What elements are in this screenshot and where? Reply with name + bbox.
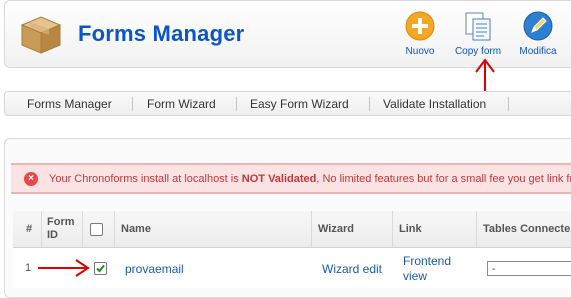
error-icon: × <box>24 172 38 186</box>
new-button-label: Nuovo <box>405 46 435 57</box>
cardboard-box-icon <box>20 16 62 54</box>
row-number: 1 <box>25 262 32 274</box>
edit-button[interactable]: Modifica <box>508 10 568 57</box>
copy-form-button-label: Copy form <box>454 46 502 57</box>
submenu-item-forms-manager[interactable]: Forms Manager <box>27 97 112 111</box>
checkmark-icon <box>96 264 105 273</box>
wizard-edit-link[interactable]: Wizard edit <box>322 262 382 276</box>
col-header-name[interactable]: Name <box>121 223 151 235</box>
new-button[interactable]: Nuovo <box>390 10 450 57</box>
col-header-link: Link <box>399 223 422 235</box>
submenu-divider <box>132 97 133 111</box>
submenu-item-validate-installation[interactable]: Validate Installation <box>383 97 486 111</box>
col-header-form-id[interactable]: Form ID <box>47 216 75 242</box>
select-all-checkbox[interactable] <box>90 223 103 236</box>
column-divider <box>476 211 477 247</box>
column-divider <box>114 211 115 247</box>
tables-connected-select[interactable]: - <box>487 261 571 276</box>
edit-pencil-icon <box>522 10 554 42</box>
submenu-bar: Forms Manager Form Wizard Easy Form Wiza… <box>4 91 571 116</box>
col-header-tables-connected: Tables Connecte <box>483 223 571 235</box>
edit-button-label: Modifica <box>519 46 557 57</box>
add-icon <box>404 10 436 42</box>
col-header-wizard: Wizard <box>318 223 354 235</box>
column-divider <box>311 211 312 247</box>
submenu-item-form-wizard[interactable]: Form Wizard <box>147 97 216 111</box>
table-header: # Form ID Name Wizard Link Tables Connec… <box>13 211 571 248</box>
form-name-link[interactable]: provaemail <box>125 262 184 276</box>
alert-emphasis: NOT Validated <box>241 173 317 185</box>
column-divider <box>392 211 393 247</box>
page-title: Forms Manager <box>78 21 245 46</box>
frontend-view-link[interactable]: Frontend view <box>403 254 463 284</box>
table-row: 1 provaemail Wizard edit Frontend view - <box>13 248 571 288</box>
alert-message: Your Chronoforms install at localhost is… <box>49 173 571 185</box>
col-header-num: # <box>26 223 33 235</box>
submenu-item-easy-form-wizard[interactable]: Easy Form Wizard <box>250 97 349 111</box>
column-divider <box>82 211 83 247</box>
copy-documents-icon <box>462 10 494 42</box>
submenu-divider <box>369 97 370 111</box>
column-divider <box>41 211 42 247</box>
submenu-divider <box>236 97 237 111</box>
validation-alert: × Your Chronoforms install at localhost … <box>11 163 571 194</box>
submenu-divider <box>508 97 509 111</box>
copy-form-button[interactable]: Copy form <box>448 10 508 57</box>
row-checkbox[interactable] <box>94 262 107 275</box>
